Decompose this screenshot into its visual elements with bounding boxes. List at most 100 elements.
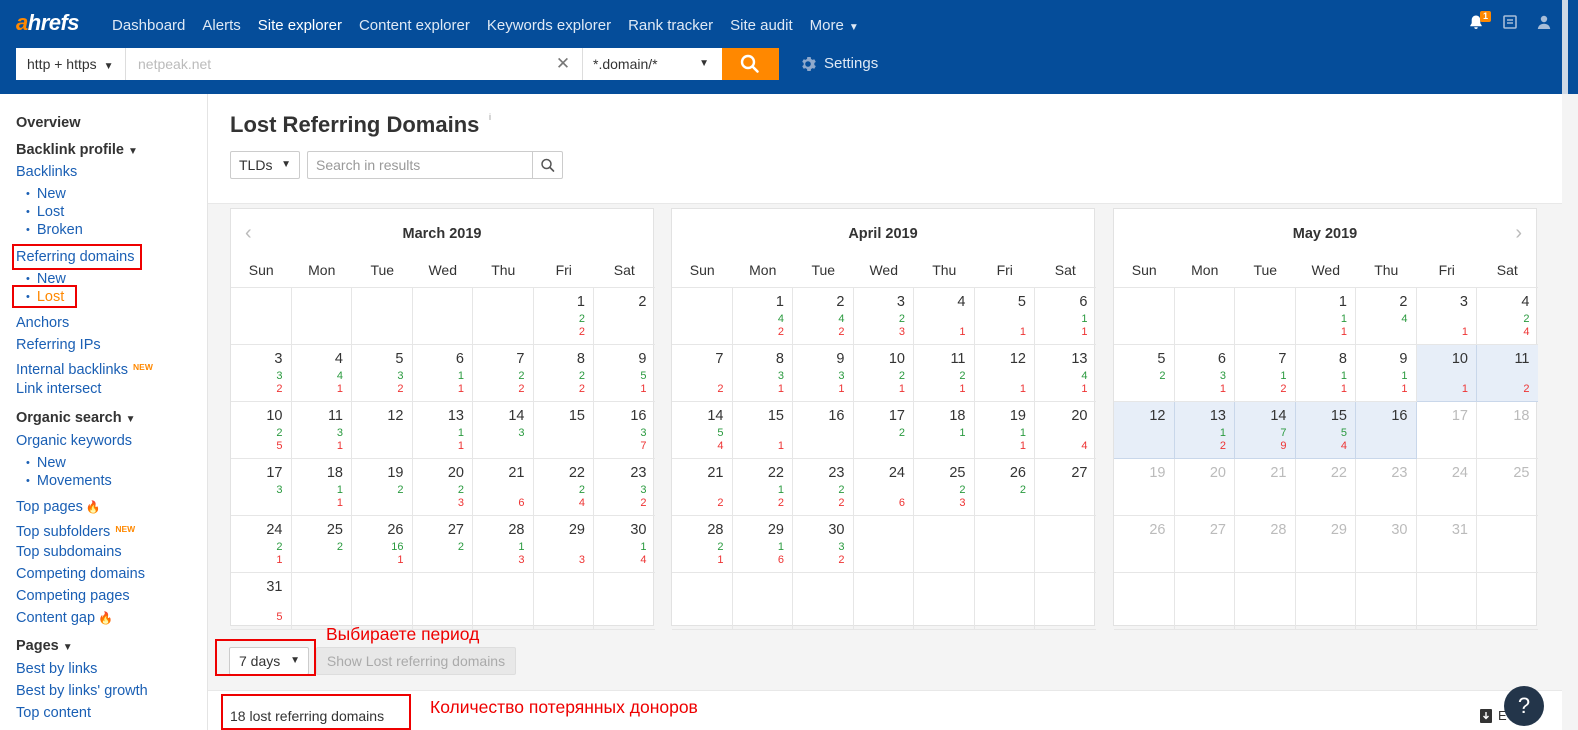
calendar-day[interactable]: 12 1	[974, 345, 1035, 402]
calendar-day[interactable]: 17 2	[853, 402, 914, 459]
calendar-day[interactable]: 10 1	[1416, 345, 1477, 402]
calendar-day[interactable]: 28 2 1	[672, 516, 733, 573]
sidebar-item-best-by-links[interactable]: Best by links	[16, 660, 97, 678]
calendar-day[interactable]: 17 3	[231, 459, 292, 516]
nav-site-audit[interactable]: Site audit	[730, 16, 793, 36]
calendar-day[interactable]: 27 2	[412, 516, 473, 573]
calendar-day[interactable]: 6 31	[1174, 345, 1235, 402]
calendar-day[interactable]: 11 2 1	[914, 345, 975, 402]
clear-icon[interactable]: ✕	[553, 48, 573, 80]
calendar-day[interactable]: 19 2	[352, 459, 413, 516]
sidebar-item-organic-keywords[interactable]: Organic keywords	[16, 432, 132, 450]
calendar-day[interactable]: 52	[1114, 345, 1175, 402]
calendar-day[interactable]: 14 7 9	[1235, 402, 1296, 459]
calendar-day[interactable]: 13 1 2	[1174, 402, 1235, 459]
calendar-day[interactable]: 8 22	[533, 345, 594, 402]
calendar-day[interactable]: 31	[1416, 288, 1477, 345]
nav-content-explorer[interactable]: Content explorer	[359, 16, 470, 36]
book-icon[interactable]	[1501, 14, 1519, 32]
calendar-day[interactable]: 30 3 2	[793, 516, 854, 573]
sidebar-item-backlinks-new[interactable]: New	[26, 185, 66, 204]
calendar-day[interactable]: 11 3 1	[291, 402, 352, 459]
calendar-day[interactable]: 7 12	[1235, 345, 1296, 402]
bell-icon[interactable]: 1	[1467, 11, 1491, 32]
calendar-day[interactable]: 31 5	[231, 573, 292, 630]
calendar-day[interactable]: 6 11	[412, 345, 473, 402]
user-icon[interactable]	[1535, 14, 1553, 32]
calendar-day[interactable]: 16	[1356, 402, 1417, 459]
calendar-day[interactable]: 10 2 1	[853, 345, 914, 402]
calendar-day[interactable]: 2	[594, 288, 655, 345]
calendar-day[interactable]: 1 42	[732, 288, 793, 345]
calendar-day[interactable]: 22 2 4	[533, 459, 594, 516]
chevron-right-icon[interactable]: ›	[1515, 223, 1522, 243]
show-lost-button[interactable]: Show Lost referring domains	[316, 647, 516, 675]
calendar-day[interactable]: 24 6	[853, 459, 914, 516]
mode-select[interactable]: *.domain/* ▼	[582, 48, 722, 80]
nav-rank-tracker[interactable]: Rank tracker	[628, 16, 713, 36]
calendar-day[interactable]: 25 2 3	[914, 459, 975, 516]
sidebar-item-link-intersect[interactable]: Link intersect	[16, 380, 101, 398]
nav-alerts[interactable]: Alerts	[202, 16, 240, 36]
results-search-input[interactable]	[307, 151, 533, 179]
calendar-day[interactable]: 16	[793, 402, 854, 459]
calendar-day[interactable]: 26 2	[974, 459, 1035, 516]
calendar-day[interactable]: 27	[1035, 459, 1096, 516]
sidebar-item-backlinks[interactable]: Backlinks	[16, 163, 77, 181]
calendar-day[interactable]: 12	[352, 402, 413, 459]
scrollbar[interactable]	[1562, 0, 1568, 94]
chevron-left-icon[interactable]: ‹	[245, 223, 252, 243]
calendar-day[interactable]: 11 2	[1477, 345, 1538, 402]
sidebar-item-top-subdomains[interactable]: Top subdomains	[16, 543, 122, 561]
sidebar-item-top-subfolders[interactable]: Top subfolders NEW	[16, 520, 135, 541]
calendar-day[interactable]: 28 1 3	[473, 516, 534, 573]
calendar-day[interactable]: 29 3	[533, 516, 594, 573]
sidebar-item-anchors[interactable]: Anchors	[16, 314, 69, 332]
nav-keywords-explorer[interactable]: Keywords explorer	[487, 16, 611, 36]
url-input[interactable]	[126, 48, 582, 80]
calendar-day[interactable]: 51	[974, 288, 1035, 345]
calendar-day[interactable]: 16 3 7	[594, 402, 655, 459]
calendar-day[interactable]: 23 2 2	[793, 459, 854, 516]
results-search-button[interactable]	[532, 151, 563, 179]
sidebar-item-internal-backlinks[interactable]: Internal backlinks NEW	[16, 358, 153, 379]
calendar-day[interactable]: 242	[793, 288, 854, 345]
sidebar-item-referring-ips[interactable]: Referring IPs	[16, 336, 101, 354]
calendar-day[interactable]: 41	[914, 288, 975, 345]
calendar-day[interactable]: 9 31	[793, 345, 854, 402]
sidebar-section-organic-search[interactable]: Organic search ▼	[16, 409, 136, 429]
calendar-day[interactable]: 9 11	[1356, 345, 1417, 402]
calendar-day[interactable]: 15 1	[732, 402, 793, 459]
ahrefs-logo[interactable]: ahrefs	[16, 10, 80, 36]
calendar-day[interactable]: 323	[853, 288, 914, 345]
sidebar-item-best-by-links-growth[interactable]: Best by links' growth	[16, 682, 148, 700]
calendar-day[interactable]: 15	[533, 402, 594, 459]
calendar-day[interactable]: 9 51	[594, 345, 655, 402]
calendar-day[interactable]: 441	[291, 345, 352, 402]
calendar-day[interactable]: 26 16 1	[352, 516, 413, 573]
sidebar-item-ok-new[interactable]: New	[26, 454, 66, 473]
calendar-day[interactable]: 424	[1477, 288, 1538, 345]
calendar-day[interactable]: 23 3 2	[594, 459, 655, 516]
calendar-day[interactable]: 12	[1114, 402, 1175, 459]
calendar-day[interactable]: 25 2	[291, 516, 352, 573]
nav-site-explorer[interactable]: Site explorer	[258, 16, 342, 36]
tlds-dropdown[interactable]: TLDs ▼	[230, 151, 300, 179]
calendar-day[interactable]: 13 4 1	[1035, 345, 1096, 402]
calendar-day[interactable]: 14 3	[473, 402, 534, 459]
calendar-day[interactable]: 13 1 1	[412, 402, 473, 459]
calendar-day[interactable]: 332	[231, 345, 292, 402]
calendar-day[interactable]: 18 1	[914, 402, 975, 459]
nav-dashboard[interactable]: Dashboard	[112, 16, 185, 36]
info-icon[interactable]: i	[489, 112, 491, 122]
calendar-day[interactable]: 111	[1295, 288, 1356, 345]
calendar-day[interactable]: 24 2 1	[231, 516, 292, 573]
calendar-day[interactable]: 5 32	[352, 345, 413, 402]
sidebar-item-ok-movements[interactable]: Movements	[26, 472, 112, 491]
calendar-day[interactable]: 21 2	[672, 459, 733, 516]
calendar-day[interactable]: 21 6	[473, 459, 534, 516]
calendar-day[interactable]: 7 22	[473, 345, 534, 402]
calendar-day[interactable]: 29 1 6	[732, 516, 793, 573]
help-button[interactable]: ?	[1504, 686, 1544, 726]
calendar-day[interactable]: 72	[672, 345, 733, 402]
